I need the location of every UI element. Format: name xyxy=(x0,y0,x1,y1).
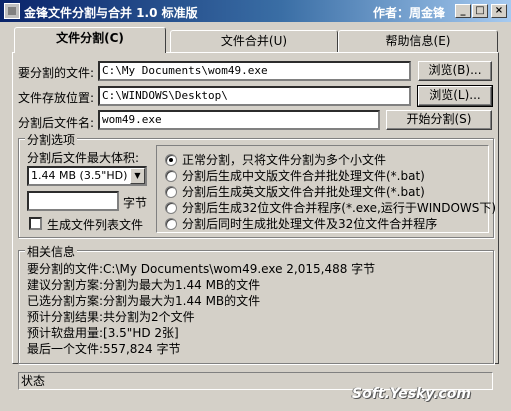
info-line-last-file: 最后一个文件:557,824 字节 xyxy=(27,342,181,356)
mode-exe-radio[interactable]: 分割后生成32位文件合并程序(*.exe,运行于WINDOWS下) xyxy=(165,199,496,216)
info-title: 相关信息 xyxy=(25,243,78,260)
mode-both-label: 分割后同时生成批处理文件及32位文件合并程序 xyxy=(182,217,438,231)
mode-en-bat-radio[interactable]: 分割后生成英文版文件合并批处理文件(*.bat) xyxy=(165,183,425,200)
dest-folder-label: 文件存放位置: xyxy=(18,91,95,105)
file-list-checkbox-label: 生成文件列表文件 xyxy=(47,218,144,232)
chevron-down-icon[interactable]: ▼ xyxy=(130,168,145,184)
watermark-logo: Soft.Yesky.com xyxy=(352,386,471,402)
mode-normal-label: 正常分割，只将文件分割为多个小文件 xyxy=(182,153,387,167)
source-file-label: 要分割的文件: xyxy=(18,66,95,80)
browse-dest-button[interactable]: 浏览(L)... xyxy=(417,85,493,107)
split-options-group: 分割选项 分割后文件最大体积: 1.44 MB (3.5"HD) ▼ 字节 生成… xyxy=(18,131,496,238)
radio-icon[interactable] xyxy=(165,218,177,230)
author-label: 作者：周金锋 xyxy=(372,6,445,20)
info-line-result: 预计分割结果:共分割为2个文件 xyxy=(27,310,195,324)
tab-merge[interactable]: 文件合并(U) xyxy=(170,30,338,52)
split-options-title: 分割选项 xyxy=(25,131,78,148)
info-group: 相关信息 要分割的文件:C:\My Documents\wom49.exe 2,… xyxy=(18,243,494,364)
mode-normal-radio[interactable]: 正常分割，只将文件分割为多个小文件 xyxy=(165,151,386,168)
mode-cn-bat-radio[interactable]: 分割后生成中文版文件合并批处理文件(*.bat) xyxy=(165,167,425,184)
mode-exe-label: 分割后生成32位文件合并程序(*.exe,运行于WINDOWS下) xyxy=(182,201,497,215)
radio-icon[interactable] xyxy=(165,202,177,214)
max-size-select[interactable]: 1.44 MB (3.5"HD) ▼ xyxy=(27,166,147,186)
radio-icon[interactable] xyxy=(165,170,177,182)
maximize-button[interactable]: □ xyxy=(472,4,488,18)
window-title: 金锋文件分割与合并 1.0 标准版 xyxy=(24,6,198,20)
dest-folder-input[interactable]: C:\WINDOWS\Desktop\ xyxy=(98,86,411,106)
source-file-input[interactable]: C:\My Documents\wom49.exe xyxy=(98,61,411,81)
mode-en-bat-label: 分割后生成英文版文件合并批处理文件(*.bat) xyxy=(182,185,425,199)
split-mode-panel: 正常分割，只将文件分割为多个小文件 分割后生成中文版文件合并批处理文件(*.ba… xyxy=(156,145,496,233)
mode-both-radio[interactable]: 分割后同时生成批处理文件及32位文件合并程序 xyxy=(165,215,437,232)
bytes-unit-label: 字节 xyxy=(123,196,148,210)
output-name-input[interactable]: wom49.exe xyxy=(98,110,380,130)
title-bar[interactable]: 金锋文件分割与合并 1.0 标准版 作者：周金锋 _ □ × xyxy=(0,0,511,22)
info-line-suggested: 建议分割方案:分割为最大为1.44 MB的文件 xyxy=(27,278,261,292)
max-size-value: 1.44 MB (3.5"HD) xyxy=(31,169,128,182)
radio-selected-icon[interactable] xyxy=(165,154,177,166)
app-icon[interactable] xyxy=(4,3,20,19)
info-line-selected: 已选分割方案:分割为最大为1.44 MB的文件 xyxy=(27,294,261,308)
mode-cn-bat-label: 分割后生成中文版文件合并批处理文件(*.bat) xyxy=(182,169,425,183)
browse-source-button[interactable]: 浏览(B)... xyxy=(418,61,492,81)
bytes-input[interactable] xyxy=(27,191,119,211)
tab-help[interactable]: 帮助信息(E) xyxy=(338,30,498,52)
info-line-source: 要分割的文件:C:\My Documents\wom49.exe 2,015,4… xyxy=(27,262,376,276)
file-list-checkbox[interactable] xyxy=(29,217,42,230)
minimize-button[interactable]: _ xyxy=(455,4,471,18)
tab-split[interactable]: 文件分割(C) xyxy=(14,27,166,53)
output-name-label: 分割后文件名: xyxy=(18,116,95,130)
start-split-button[interactable]: 开始分割(S) xyxy=(386,110,492,130)
max-size-label: 分割后文件最大体积: xyxy=(27,151,140,165)
close-button[interactable]: × xyxy=(491,4,507,18)
radio-icon[interactable] xyxy=(165,186,177,198)
info-line-disks: 预计软盘用量:[3.5"HD 2张] xyxy=(27,326,179,340)
